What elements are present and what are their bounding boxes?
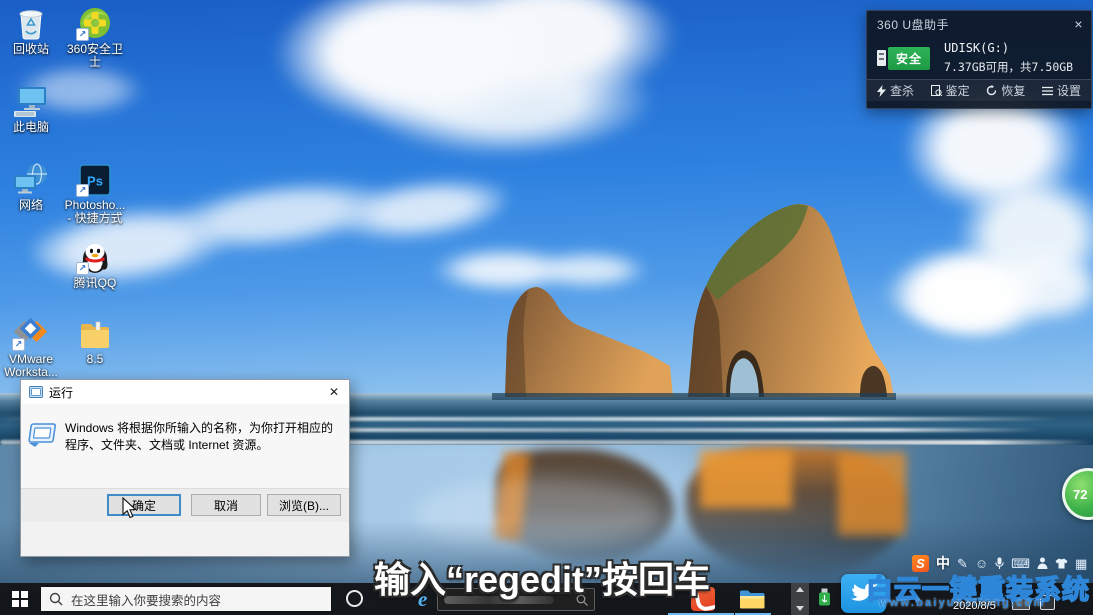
identify-button[interactable]: 鉴定 bbox=[931, 82, 970, 99]
desktop-icon-label: 8.5 bbox=[64, 353, 126, 366]
desktop-icon-qq[interactable]: ↗ 腾讯QQ bbox=[64, 238, 126, 290]
usb-capacity: 7.37GB可用，共7.50GB bbox=[944, 59, 1073, 75]
folder-icon bbox=[79, 320, 111, 350]
desktop-icon-360-security[interactable]: ↗ 360安全卫士 bbox=[64, 4, 126, 69]
desktop-screen: 回收站 ↗ 360安全卫士 此电脑 bbox=[0, 0, 1093, 615]
run-dialog-description: Windows 将根据你所输入的名称，为你打开相应的程序、文件夹、文档或 Int… bbox=[65, 420, 337, 454]
settings-list-icon bbox=[1042, 86, 1053, 96]
run-dialog-icon bbox=[29, 386, 43, 398]
wallpaper-rocks bbox=[470, 190, 920, 400]
identify-icon bbox=[931, 85, 942, 96]
skin-shirt-icon[interactable] bbox=[1055, 558, 1068, 569]
usb-safe-badge: 安全 bbox=[877, 47, 930, 70]
taskbar-date: 2020/8/5 bbox=[953, 600, 996, 612]
this-pc-icon bbox=[12, 84, 50, 118]
scan-button[interactable]: 查杀 bbox=[877, 82, 914, 99]
video-subtitle: 输入“regedit”按回车 bbox=[374, 551, 710, 603]
desktop-icon-label: 腾讯QQ bbox=[64, 277, 126, 290]
desktop-icon-label2: Worksta... bbox=[0, 366, 62, 379]
search-placeholder: 在这里输入你要搜索的内容 bbox=[71, 590, 221, 609]
360-usb-helper-panel: 360 U盘助手 × 安全 UDISK(G:) 7.37GB可用，共7.50GB… bbox=[866, 10, 1092, 109]
desktop-icon-network[interactable]: 网络 bbox=[0, 160, 62, 212]
refresh-icon bbox=[986, 85, 997, 96]
lightning-icon bbox=[877, 85, 886, 97]
scrollbar-up-icon[interactable] bbox=[796, 587, 804, 592]
safe-chip-label: 安全 bbox=[888, 47, 930, 70]
network-icon bbox=[12, 162, 50, 196]
shortcut-arrow-icon: ↗ bbox=[76, 28, 89, 41]
close-icon[interactable]: ✕ bbox=[319, 380, 349, 404]
tray-usb-icon[interactable] bbox=[817, 588, 832, 606]
shortcut-arrow-icon: ↗ bbox=[76, 184, 89, 197]
start-button[interactable] bbox=[0, 583, 40, 615]
desktop-icon-label: 网络 bbox=[0, 199, 62, 212]
recover-button[interactable]: 恢复 bbox=[986, 82, 1025, 99]
usb-disk-name: UDISK(G:) bbox=[944, 41, 1073, 55]
file-explorer-icon bbox=[739, 588, 765, 610]
browse-button[interactable]: 浏览(B)... bbox=[267, 494, 341, 516]
run-dialog: 运行 ✕ Windows 将根据你所输入的名称，为你打开相应的程序、文件夹、文档… bbox=[20, 379, 350, 557]
desktop-icon-vmware[interactable]: ↗ VMware Worksta... bbox=[0, 314, 62, 379]
run-dialog-button-strip: 确定 取消 浏览(B)... bbox=[21, 488, 349, 522]
speedball-percent: 72 bbox=[1073, 487, 1087, 502]
rock-reflection bbox=[700, 450, 792, 508]
search-icon bbox=[49, 592, 63, 606]
desktop-icon-label2: - 快捷方式 bbox=[64, 212, 126, 225]
mouse-cursor bbox=[122, 497, 137, 519]
desktop-icon-label: 360安全卫士 bbox=[64, 43, 126, 69]
cancel-button[interactable]: 取消 bbox=[191, 494, 261, 516]
svg-text:Ps: Ps bbox=[87, 174, 103, 189]
ok-button[interactable]: 确定 bbox=[107, 494, 181, 516]
recycle-bin-icon bbox=[15, 6, 47, 40]
desktop-icon-recycle-bin[interactable]: 回收站 bbox=[0, 4, 62, 56]
close-icon[interactable]: × bbox=[1074, 17, 1083, 31]
desktop-icon-label: 回收站 bbox=[0, 43, 62, 56]
desktop-icon-folder-85[interactable]: 8.5 bbox=[64, 314, 126, 366]
run-program-icon bbox=[27, 420, 61, 451]
scrollbar-fragment[interactable] bbox=[791, 583, 809, 615]
run-dialog-title: 运行 bbox=[49, 384, 73, 401]
desktop-icon-this-pc[interactable]: 此电脑 bbox=[0, 82, 62, 134]
usb-drive-icon bbox=[877, 50, 886, 66]
scrollbar-down-icon[interactable] bbox=[796, 606, 804, 611]
cortana-button[interactable] bbox=[346, 590, 363, 607]
taskbar-file-explorer[interactable] bbox=[737, 587, 767, 611]
taskbar-search-box[interactable]: 在这里输入你要搜索的内容 bbox=[40, 586, 332, 612]
panel-title: 360 U盘助手 bbox=[877, 16, 949, 33]
desktop-icon-photoshop[interactable]: Ps ↗ Photosho... - 快捷方式 bbox=[64, 160, 126, 225]
shortcut-arrow-icon: ↗ bbox=[76, 262, 89, 275]
run-dialog-titlebar[interactable]: 运行 ✕ bbox=[21, 380, 349, 404]
windows-logo-icon bbox=[12, 591, 28, 607]
settings-button[interactable]: 设置 bbox=[1042, 82, 1081, 99]
shortcut-arrow-icon: ↗ bbox=[12, 338, 25, 351]
desktop-icon-label: 此电脑 bbox=[0, 121, 62, 134]
